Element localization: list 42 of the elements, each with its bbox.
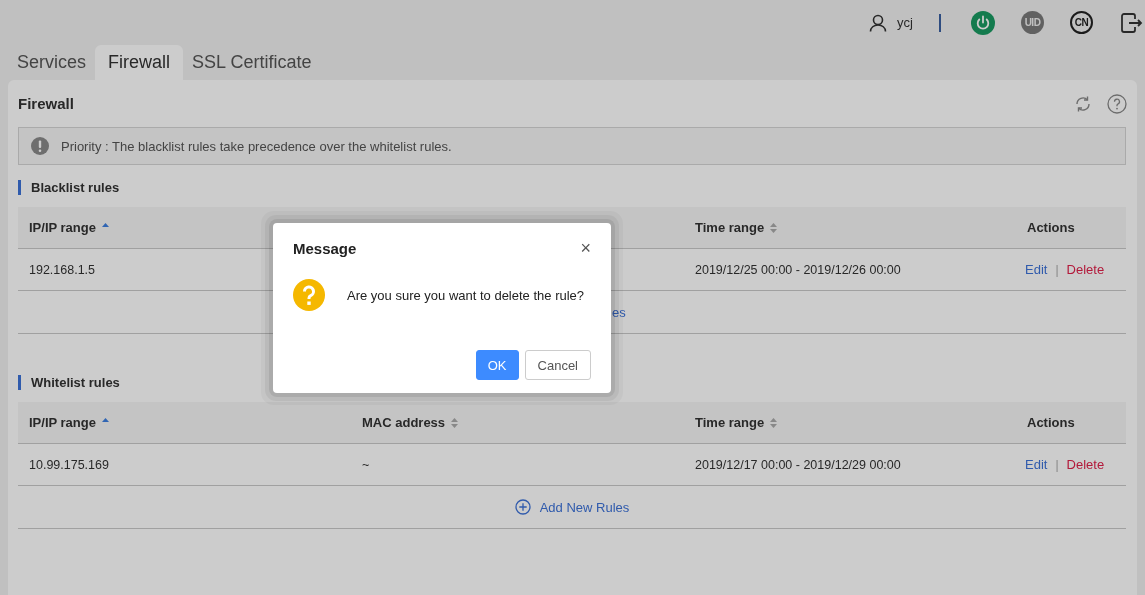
table-cell: 10.99.175.169: [29, 457, 109, 472]
action-separator: |: [1055, 457, 1059, 472]
delete-link[interactable]: Delete: [1066, 457, 1105, 472]
edit-link[interactable]: Edit: [1025, 457, 1048, 472]
plus-circle-icon: [514, 499, 531, 515]
power-icon[interactable]: [971, 10, 995, 35]
add-rules-link[interactable]: es: [612, 304, 626, 320]
sort-icon[interactable]: [769, 220, 779, 235]
column-header: Actions: [1027, 415, 1075, 430]
sort-icon[interactable]: [769, 415, 779, 430]
add-rules-link[interactable]: Add New Rules: [514, 499, 630, 515]
edit-link[interactable]: Edit: [1025, 262, 1048, 277]
language-button[interactable]: CN: [1070, 11, 1093, 34]
tab[interactable]: Services: [8, 45, 96, 80]
column-header[interactable]: IP/IP range: [29, 220, 96, 235]
notice-text: Priority : The blacklist rules take precedence over the whitelist rules.: [61, 138, 452, 154]
tab[interactable]: SSL Certificate: [183, 45, 321, 80]
column-header[interactable]: Time range: [695, 220, 765, 235]
table-cell: 2019/12/25 00:00 - 2019/12/26 00:00: [695, 262, 901, 277]
delete-link[interactable]: Delete: [1066, 262, 1105, 277]
column-header: Actions: [1027, 220, 1075, 235]
column-header[interactable]: Time range: [695, 415, 765, 430]
logout-icon[interactable]: [1119, 10, 1143, 35]
cancel-button[interactable]: Cancel: [524, 350, 591, 380]
close-button[interactable]: ×: [580, 239, 591, 257]
question-icon: [293, 279, 325, 311]
dialog-message: Are you sure you want to delete the rule?: [347, 287, 585, 303]
dialog-title: Message: [293, 239, 357, 257]
user-icon[interactable]: [869, 13, 888, 32]
action-separator: |: [1055, 262, 1059, 277]
table-cell: 2019/12/17 00:00 - 2019/12/29 00:00: [695, 457, 901, 472]
exclamation-icon: [31, 137, 49, 155]
table-cell: ~: [362, 457, 370, 472]
column-header[interactable]: IP/IP range: [29, 415, 96, 430]
user-name[interactable]: ycj: [897, 15, 913, 30]
table-cell: 192.168.1.5: [29, 262, 96, 277]
help-icon[interactable]: [1107, 93, 1127, 114]
section-title: Blacklist rules: [18, 180, 1126, 195]
tab[interactable]: Firewall: [95, 45, 184, 80]
sort-icon[interactable]: [450, 415, 460, 430]
column-header[interactable]: MAC address: [362, 415, 446, 430]
panel-title: Firewall: [18, 95, 74, 112]
